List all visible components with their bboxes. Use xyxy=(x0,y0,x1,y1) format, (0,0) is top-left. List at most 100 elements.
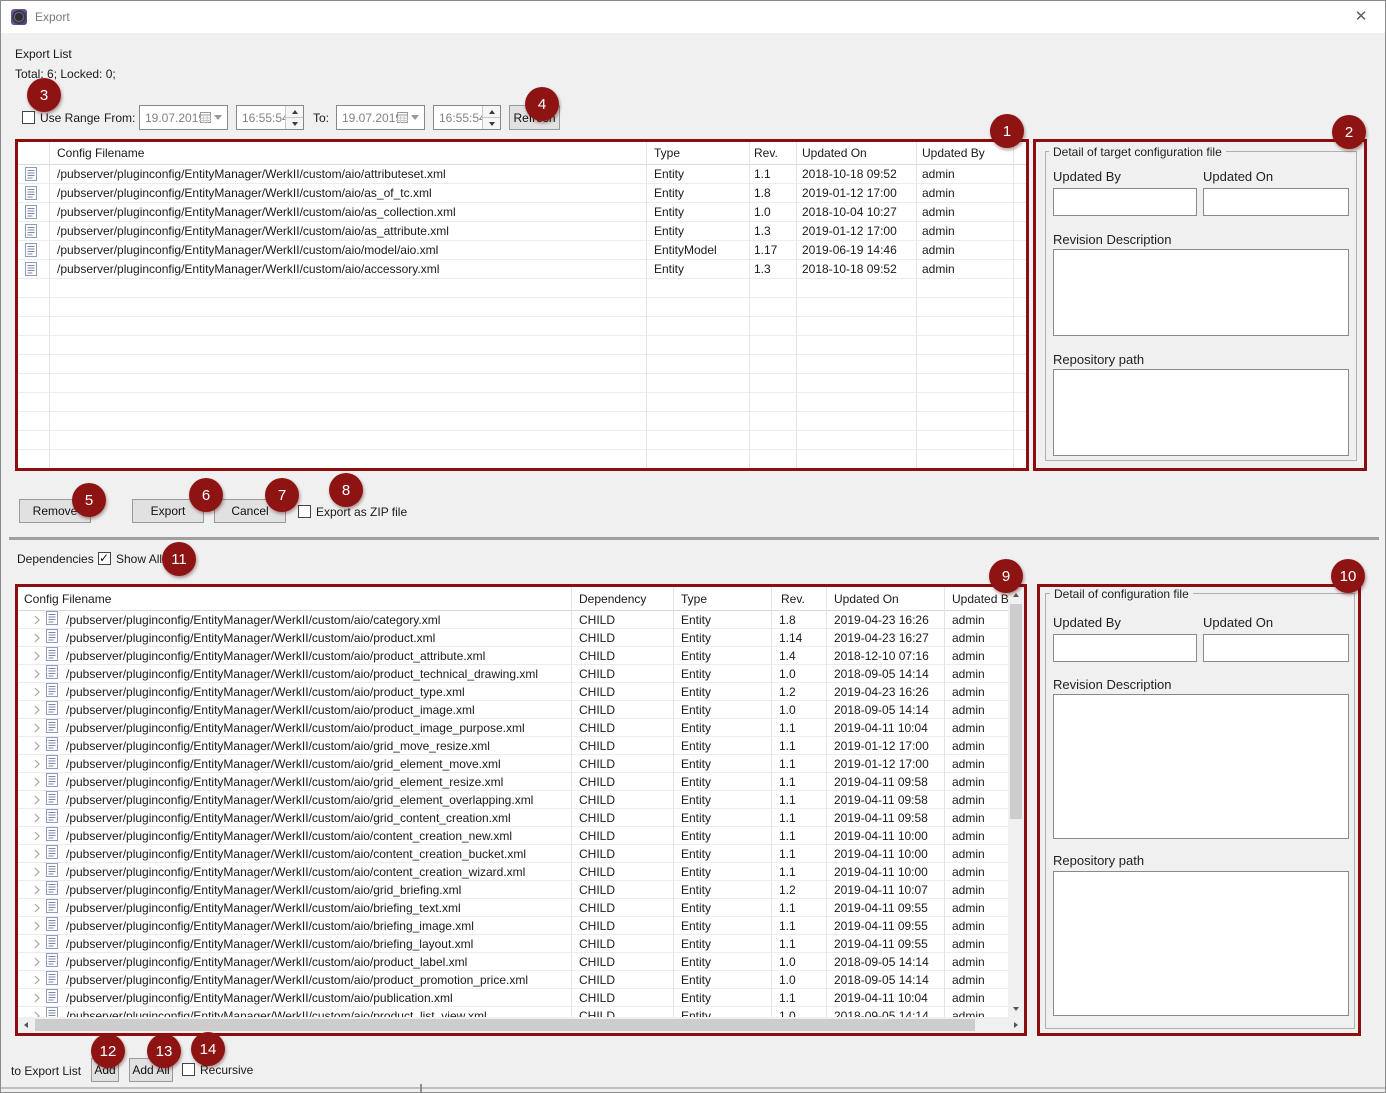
table-row[interactable]: /pubserver/pluginconfig/EntityManager/We… xyxy=(18,241,1026,260)
table-row[interactable]: /pubserver/pluginconfig/EntityManager/We… xyxy=(18,791,1008,809)
vertical-scrollbar[interactable] xyxy=(1008,587,1024,1017)
expand-chevron-icon[interactable] xyxy=(28,849,46,859)
col-updated-by[interactable]: Updated By xyxy=(916,146,1013,160)
expand-chevron-icon[interactable] xyxy=(28,885,46,895)
table-row[interactable]: /pubserver/pluginconfig/EntityManager/We… xyxy=(18,845,1008,863)
to-date-input[interactable]: 19.07.2019 xyxy=(336,105,425,130)
time-spinner[interactable] xyxy=(482,106,500,129)
repository-path-field[interactable] xyxy=(1053,369,1349,456)
revision-description-field[interactable] xyxy=(1053,694,1349,839)
table-row[interactable]: /pubserver/pluginconfig/EntityManager/We… xyxy=(18,737,1008,755)
table-row[interactable]: /pubserver/pluginconfig/EntityManager/We… xyxy=(18,917,1008,935)
table-row[interactable]: /pubserver/pluginconfig/EntityManager/We… xyxy=(18,260,1026,279)
expand-chevron-icon[interactable] xyxy=(28,777,46,787)
col-type[interactable]: Type xyxy=(646,146,749,160)
col-rev[interactable]: Rev. xyxy=(771,592,826,606)
expand-chevron-icon[interactable] xyxy=(28,795,46,805)
expand-chevron-icon[interactable] xyxy=(28,759,46,769)
spin-up-icon[interactable] xyxy=(483,106,500,117)
expand-chevron-icon[interactable] xyxy=(28,939,46,949)
col-updated-by[interactable]: Updated By xyxy=(944,592,1008,606)
scroll-left-icon[interactable] xyxy=(18,1017,34,1033)
col-rev[interactable]: Rev. xyxy=(749,146,796,160)
table-row[interactable]: /pubserver/pluginconfig/EntityManager/We… xyxy=(18,719,1008,737)
updated-on-cell: 2019-04-23 16:26 xyxy=(826,685,944,699)
scrollbar-thumb[interactable] xyxy=(1010,604,1022,819)
table-row[interactable]: /pubserver/pluginconfig/EntityManager/We… xyxy=(18,683,1008,701)
table-row[interactable]: /pubserver/pluginconfig/EntityManager/We… xyxy=(18,165,1026,184)
table-row[interactable]: /pubserver/pluginconfig/EntityManager/We… xyxy=(18,899,1008,917)
spin-down-icon[interactable] xyxy=(286,117,303,129)
table-row[interactable]: /pubserver/pluginconfig/EntityManager/We… xyxy=(18,971,1008,989)
expand-chevron-icon[interactable] xyxy=(28,723,46,733)
table-row[interactable]: /pubserver/pluginconfig/EntityManager/We… xyxy=(18,881,1008,899)
col-config-filename[interactable]: Config Filename xyxy=(49,146,646,160)
table-row[interactable]: /pubserver/pluginconfig/EntityManager/We… xyxy=(18,701,1008,719)
expand-chevron-icon[interactable] xyxy=(28,669,46,679)
recursive-checkbox[interactable] xyxy=(182,1063,195,1076)
col-updated-on[interactable]: Updated On xyxy=(796,146,916,160)
table-row[interactable]: /pubserver/pluginconfig/EntityManager/We… xyxy=(18,647,1008,665)
to-time-input[interactable]: 16:55:54 xyxy=(433,105,501,130)
expand-chevron-icon[interactable] xyxy=(28,867,46,877)
show-all-checkbox[interactable] xyxy=(98,552,111,565)
expand-chevron-icon[interactable] xyxy=(28,651,46,661)
table-row[interactable]: /pubserver/pluginconfig/EntityManager/We… xyxy=(18,222,1026,241)
expand-chevron-icon[interactable] xyxy=(28,993,46,1003)
use-range-checkbox[interactable] xyxy=(22,111,35,124)
table-row[interactable]: /pubserver/pluginconfig/EntityManager/We… xyxy=(18,809,1008,827)
table-row[interactable]: /pubserver/pluginconfig/EntityManager/We… xyxy=(18,863,1008,881)
splitter-handle[interactable] xyxy=(420,1084,422,1092)
col-type[interactable]: Type xyxy=(673,592,771,606)
from-date-input[interactable]: 19.07.2019 xyxy=(139,105,228,130)
table-row[interactable]: /pubserver/pluginconfig/EntityManager/We… xyxy=(18,953,1008,971)
repository-path-field[interactable] xyxy=(1053,871,1349,1016)
expand-chevron-icon[interactable] xyxy=(28,687,46,697)
updated-by-cell: admin xyxy=(944,667,1008,681)
spin-down-icon[interactable] xyxy=(483,117,500,129)
spin-up-icon[interactable] xyxy=(286,106,303,117)
updated-on-field[interactable] xyxy=(1203,634,1349,662)
col-updated-on[interactable]: Updated On xyxy=(826,592,944,606)
close-icon[interactable]: ✕ xyxy=(1349,6,1373,28)
expand-chevron-icon[interactable] xyxy=(28,813,46,823)
expand-chevron-icon[interactable] xyxy=(28,903,46,913)
expand-chevron-icon[interactable] xyxy=(28,921,46,931)
table-row[interactable]: /pubserver/pluginconfig/EntityManager/We… xyxy=(18,1007,1008,1017)
revision-description-field[interactable] xyxy=(1053,249,1349,336)
table-row[interactable]: /pubserver/pluginconfig/EntityManager/We… xyxy=(18,827,1008,845)
expand-chevron-icon[interactable] xyxy=(28,975,46,985)
expand-chevron-icon[interactable] xyxy=(28,633,46,643)
table-row[interactable]: /pubserver/pluginconfig/EntityManager/We… xyxy=(18,989,1008,1007)
expand-chevron-icon[interactable] xyxy=(28,741,46,751)
table-row[interactable]: /pubserver/pluginconfig/EntityManager/We… xyxy=(18,773,1008,791)
scroll-down-icon[interactable] xyxy=(1008,1001,1024,1017)
expand-chevron-icon[interactable] xyxy=(28,705,46,715)
expand-chevron-icon[interactable] xyxy=(28,615,46,625)
table-row[interactable]: /pubserver/pluginconfig/EntityManager/We… xyxy=(18,665,1008,683)
table-row[interactable]: /pubserver/pluginconfig/EntityManager/We… xyxy=(18,203,1026,222)
horizontal-scrollbar[interactable] xyxy=(18,1017,1024,1033)
type-cell: Entity xyxy=(673,739,771,753)
expand-chevron-icon[interactable] xyxy=(28,957,46,967)
table-row[interactable]: /pubserver/pluginconfig/EntityManager/We… xyxy=(18,755,1008,773)
table-row[interactable]: /pubserver/pluginconfig/EntityManager/We… xyxy=(18,629,1008,647)
col-dependency[interactable]: Dependency xyxy=(571,592,673,606)
table-row[interactable]: /pubserver/pluginconfig/EntityManager/We… xyxy=(18,184,1026,203)
callout-12: 12 xyxy=(91,1034,125,1068)
col-config-filename[interactable]: Config Filename xyxy=(18,592,571,606)
from-time-input[interactable]: 16:55:54 xyxy=(236,105,304,130)
updated-on-field[interactable] xyxy=(1203,188,1349,216)
scrollbar-thumb[interactable] xyxy=(35,1019,975,1031)
updated-by-cell: admin xyxy=(916,262,1013,276)
updated-on-label: Updated On xyxy=(1203,615,1273,630)
scroll-right-icon[interactable] xyxy=(1008,1017,1024,1033)
table-row[interactable]: /pubserver/pluginconfig/EntityManager/We… xyxy=(18,935,1008,953)
updated-by-field[interactable] xyxy=(1053,634,1197,662)
updated-by-field[interactable] xyxy=(1053,188,1197,216)
export-zip-checkbox[interactable] xyxy=(298,505,311,518)
expand-chevron-icon[interactable] xyxy=(28,831,46,841)
bottom-divider xyxy=(1,1087,1386,1089)
time-spinner[interactable] xyxy=(285,106,303,129)
table-row[interactable]: /pubserver/pluginconfig/EntityManager/We… xyxy=(18,611,1008,629)
